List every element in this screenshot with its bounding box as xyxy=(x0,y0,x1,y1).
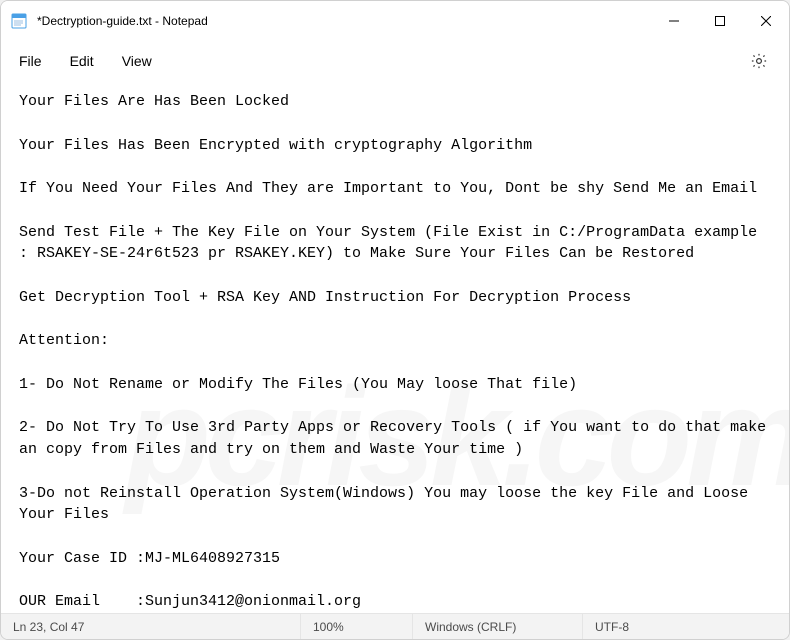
close-icon xyxy=(761,16,771,26)
document-text: Your Files Are Has Been Locked Your File… xyxy=(19,91,771,613)
menu-edit[interactable]: Edit xyxy=(56,47,108,75)
settings-button[interactable] xyxy=(741,43,777,79)
window-title: *Dectryption-guide.txt - Notepad xyxy=(37,14,208,28)
menu-view[interactable]: View xyxy=(108,47,166,75)
text-area[interactable]: Your Files Are Has Been Locked Your File… xyxy=(1,81,789,613)
gear-icon xyxy=(750,52,768,70)
menu-file[interactable]: File xyxy=(13,47,56,75)
minimize-button[interactable] xyxy=(651,1,697,41)
title-bar: *Dectryption-guide.txt - Notepad xyxy=(1,1,789,41)
status-line-ending: Windows (CRLF) xyxy=(413,614,583,639)
minimize-icon xyxy=(669,16,679,26)
notepad-icon xyxy=(11,13,27,29)
status-zoom: 100% xyxy=(301,614,413,639)
notepad-window: *Dectryption-guide.txt - Notepad File Ed… xyxy=(0,0,790,640)
menu-bar: File Edit View xyxy=(1,41,789,81)
status-bar: Ln 23, Col 47 100% Windows (CRLF) UTF-8 xyxy=(1,613,789,639)
status-encoding: UTF-8 xyxy=(583,614,789,639)
status-cursor-position: Ln 23, Col 47 xyxy=(1,614,301,639)
maximize-icon xyxy=(715,16,725,26)
close-button[interactable] xyxy=(743,1,789,41)
maximize-button[interactable] xyxy=(697,1,743,41)
